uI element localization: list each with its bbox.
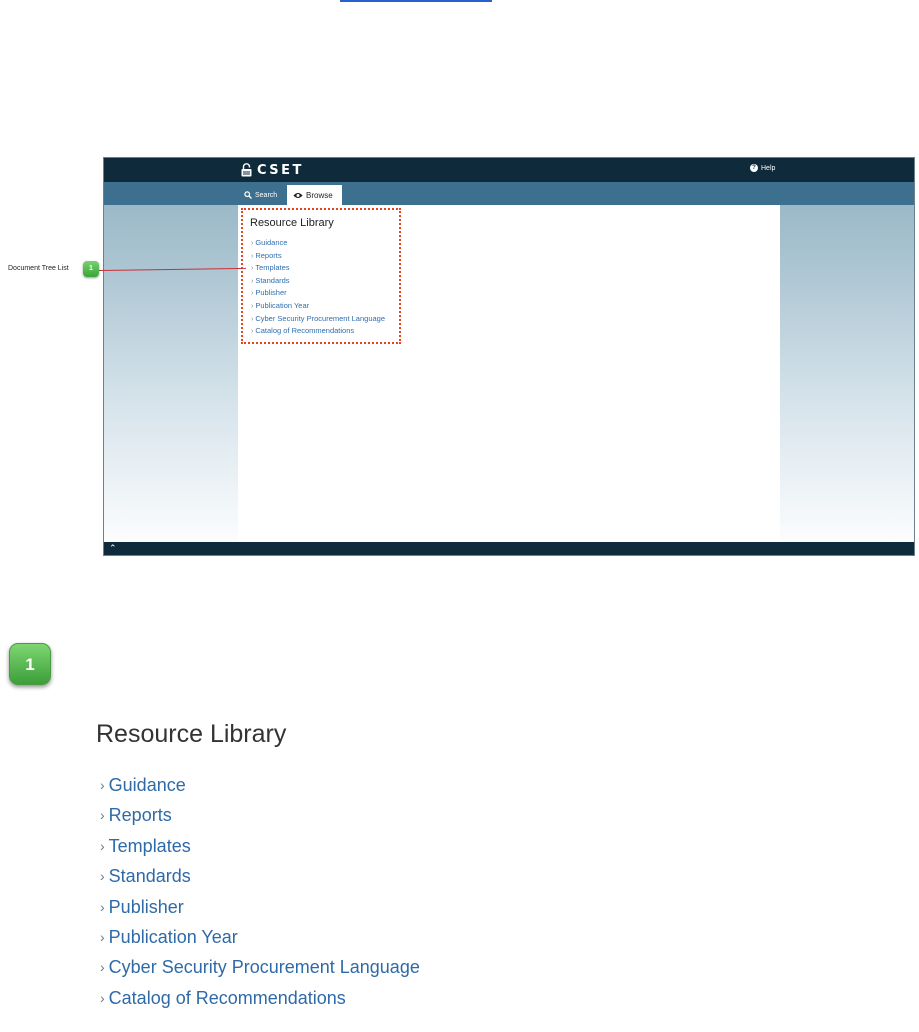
- detail-item-publication-year[interactable]: › Publication Year: [100, 922, 420, 952]
- detail-item-standards[interactable]: › Standards: [100, 861, 420, 891]
- detail-tree-list: › Guidance › Reports › Templates › Standards…: [100, 770, 420, 1013]
- chevron-right-icon: ›: [251, 277, 254, 285]
- detail-item-label: Publication Year: [108, 926, 238, 947]
- app-footer: ⌃: [104, 542, 914, 555]
- detail-title: Resource Library: [96, 720, 287, 748]
- tree-item-label: Templates: [255, 263, 290, 273]
- cset-logo[interactable]: CSET: [241, 162, 304, 178]
- detail-badge: 1: [9, 643, 51, 685]
- tree-item-label: Standards: [255, 275, 290, 285]
- tree-item-publisher[interactable]: › Publisher: [251, 287, 385, 300]
- help-label: Help: [761, 164, 776, 172]
- chevron-right-icon: ›: [100, 959, 105, 976]
- app-header: CSET ? Help: [104, 158, 914, 182]
- tree-item-label: Cyber Security Procurement Language: [255, 313, 385, 323]
- tree-item-label: Publisher: [255, 288, 287, 298]
- detail-item-catalog-of-recommendations[interactable]: › Catalog of Recommendations: [100, 983, 420, 1013]
- eye-icon: [293, 192, 303, 199]
- chevron-right-icon: ›: [251, 265, 254, 273]
- tab-bar: Search Browse: [104, 182, 914, 205]
- detail-item-reports[interactable]: › Reports: [100, 800, 420, 830]
- logo-text: CSET: [257, 162, 304, 178]
- resource-library-title: Resource Library: [250, 217, 334, 229]
- chevron-right-icon: ›: [251, 252, 254, 260]
- chevron-right-icon: ›: [100, 807, 105, 824]
- tab-browse-label: Browse: [306, 190, 333, 200]
- detail-item-label: Cyber Security Procurement Language: [108, 957, 420, 978]
- callout-label: Document Tree List: [8, 265, 69, 272]
- chevron-right-icon: ›: [251, 290, 254, 298]
- detail-item-label: Reports: [108, 805, 172, 826]
- chevron-right-icon: ›: [251, 328, 254, 336]
- question-icon: ?: [750, 164, 758, 172]
- document-tree-list: › Guidance › Reports › Templates › Standards…: [251, 237, 385, 338]
- callout-badge: 1: [83, 261, 99, 277]
- detail-item-label: Publisher: [108, 896, 184, 917]
- tree-item-templates[interactable]: › Templates: [251, 262, 385, 275]
- top-link-underline: [340, 0, 492, 2]
- tab-search-label: Search: [255, 191, 278, 199]
- detail-item-label: Guidance: [108, 775, 186, 795]
- tree-item-standards[interactable]: › Standards: [251, 275, 385, 288]
- detail-item-label: Standards: [108, 866, 191, 887]
- chevron-right-icon: ›: [100, 777, 105, 793]
- tree-item-procurement-language[interactable]: › Cyber Security Procurement Language: [251, 313, 385, 326]
- chevron-right-icon: ›: [100, 989, 105, 1006]
- chevron-right-icon: ›: [251, 315, 254, 323]
- search-icon: [244, 191, 252, 199]
- tab-search[interactable]: Search: [244, 185, 277, 205]
- app-screenshot: CSET ? Help Search Browse Resource Libra…: [103, 157, 915, 556]
- chevron-right-icon: ›: [251, 302, 254, 310]
- tree-item-label: Publication Year: [255, 300, 310, 310]
- chevron-up-icon[interactable]: ⌃: [109, 543, 117, 554]
- tree-item-catalog-of-recommendations[interactable]: › Catalog of Recommendations: [251, 325, 385, 338]
- help-link[interactable]: ? Help: [750, 164, 775, 172]
- browse-panel: Resource Library › Guidance › Reports › Tem…: [238, 205, 780, 544]
- detail-item-procurement-language[interactable]: › Cyber Security Procurement Language: [100, 952, 420, 982]
- tab-browse[interactable]: Browse: [287, 185, 342, 205]
- detail-item-label: Templates: [108, 835, 191, 856]
- detail-item-publisher[interactable]: › Publisher: [100, 892, 420, 922]
- tree-item-label: Catalog of Recommendations: [255, 326, 355, 336]
- detail-item-templates[interactable]: › Templates: [100, 831, 420, 861]
- chevron-right-icon: ›: [100, 837, 105, 854]
- tree-item-reports[interactable]: › Reports: [251, 250, 385, 263]
- tree-item-label: Guidance: [255, 238, 288, 247]
- chevron-right-icon: ›: [100, 868, 105, 885]
- chevron-right-icon: ›: [100, 928, 105, 945]
- chevron-right-icon: ›: [251, 240, 254, 247]
- detail-item-guidance[interactable]: › Guidance: [100, 770, 420, 800]
- chevron-right-icon: ›: [100, 898, 105, 915]
- detail-item-label: Catalog of Recommendations: [108, 987, 346, 1008]
- tree-item-label: Reports: [255, 250, 282, 260]
- tree-item-guidance[interactable]: › Guidance: [251, 237, 385, 250]
- tree-item-publication-year[interactable]: › Publication Year: [251, 300, 385, 313]
- lock-icon: [241, 163, 252, 177]
